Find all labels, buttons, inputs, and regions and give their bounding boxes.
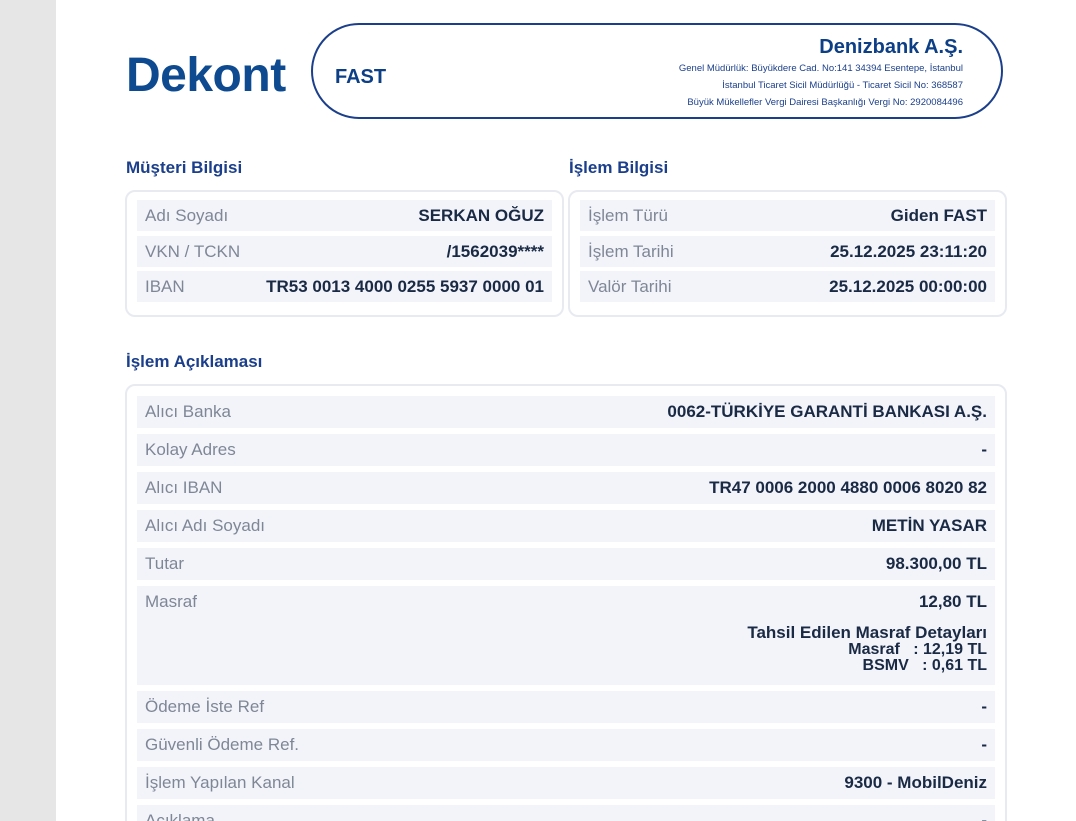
field-label: Kolay Adres bbox=[145, 440, 236, 459]
description-section-title: İşlem Açıklaması bbox=[126, 352, 263, 371]
field-label: Alıcı Banka bbox=[145, 402, 231, 421]
amount: 98.300,00 TL bbox=[885, 554, 987, 573]
field-label: VKN / TCKN bbox=[145, 242, 241, 261]
field-label: İşlem Tarihi bbox=[588, 242, 674, 261]
recipient-bank: 0062-TÜRKİYE GARANTİ BANKASI A.Ş. bbox=[667, 402, 987, 421]
customer-id: /1562039**** bbox=[446, 242, 544, 261]
description-card: Alıcı Banka 0062-TÜRKİYE GARANTİ BANKASI… bbox=[125, 384, 1007, 821]
field-label: İşlem Yapılan Kanal bbox=[145, 773, 295, 792]
description-row: Ödeme İste Ref - bbox=[137, 691, 995, 723]
channel: 9300 - MobilDeniz bbox=[844, 773, 987, 792]
transaction-date: 25.12.2025 23:11:20 bbox=[830, 242, 987, 261]
transaction-card: İşlem Türü Giden FAST İşlem Tarihi 25.12… bbox=[568, 190, 1007, 317]
transaction-type: Giden FAST bbox=[890, 206, 987, 225]
field-label: İşlem Türü bbox=[588, 206, 668, 225]
transaction-row: İşlem Tarihi 25.12.2025 23:11:20 bbox=[580, 236, 995, 267]
explanation: - bbox=[981, 811, 987, 821]
field-label: IBAN bbox=[145, 277, 185, 296]
recipient-name: METİN YASAR bbox=[871, 516, 987, 535]
bank-header-box: FAST Denizbank A.Ş. Genel Müdürlük: Büyü… bbox=[311, 23, 1003, 119]
transaction-row: Valör Tarihi 25.12.2025 00:00:00 bbox=[580, 271, 995, 302]
bank-info: Denizbank A.Ş. Genel Müdürlük: Büyükdere… bbox=[679, 34, 963, 111]
description-row: Alıcı IBAN TR47 0006 2000 4880 0006 8020… bbox=[137, 472, 995, 504]
page-title: Dekont bbox=[126, 49, 286, 102]
field-label: Tutar bbox=[145, 554, 185, 573]
description-row-fee: Masraf 12,80 TL Tahsil Edilen Masraf Det… bbox=[137, 586, 995, 685]
transaction-section-title: İşlem Bilgisi bbox=[569, 158, 669, 177]
customer-card: Adı Soyadı SERKAN OĞUZ VKN / TCKN /15620… bbox=[125, 190, 564, 317]
field-label: Güvenli Ödeme Ref. bbox=[145, 735, 300, 754]
customer-name: SERKAN OĞUZ bbox=[418, 206, 544, 225]
description-row: Alıcı Banka 0062-TÜRKİYE GARANTİ BANKASI… bbox=[137, 396, 995, 428]
transfer-type: FAST bbox=[335, 66, 387, 88]
customer-iban: TR53 0013 4000 0255 5937 0000 01 bbox=[266, 277, 544, 296]
bank-trade-registry: İstanbul Ticaret Sicil Müdürlüğü - Ticar… bbox=[722, 80, 963, 91]
fee-detail-line: BSMV : 0,61 TL bbox=[862, 657, 987, 674]
field-label: Açıklama bbox=[145, 811, 215, 821]
description-row: İşlem Yapılan Kanal 9300 - MobilDeniz bbox=[137, 767, 995, 799]
fee-details-heading: Tahsil Edilen Masraf Detayları bbox=[747, 623, 987, 642]
fee-detail-line: Masraf : 12,19 TL bbox=[848, 641, 987, 658]
transaction-row: İşlem Türü Giden FAST bbox=[580, 200, 995, 231]
recipient-iban: TR47 0006 2000 4880 0006 8020 82 bbox=[709, 478, 987, 497]
field-label: Alıcı Adı Soyadı bbox=[145, 516, 266, 535]
description-row: Tutar 98.300,00 TL bbox=[137, 548, 995, 580]
description-row: Güvenli Ödeme Ref. - bbox=[137, 729, 995, 761]
fee-details: Tahsil Edilen Masraf Detayları Masraf : … bbox=[747, 624, 987, 674]
customer-row: IBAN TR53 0013 4000 0255 5937 0000 01 bbox=[137, 271, 552, 302]
secure-payment-ref: - bbox=[981, 735, 987, 754]
field-label: Masraf bbox=[145, 592, 197, 611]
field-label: Alıcı IBAN bbox=[145, 478, 223, 497]
bank-tax-no: Büyük Mükellefler Vergi Dairesi Başkanlı… bbox=[687, 97, 963, 108]
field-label: Valör Tarihi bbox=[588, 277, 672, 296]
customer-row: Adı Soyadı SERKAN OĞUZ bbox=[137, 200, 552, 231]
easy-address: - bbox=[981, 440, 987, 459]
receipt-page: Dekont FAST Denizbank A.Ş. Genel Müdürlü… bbox=[56, 0, 1076, 821]
value-date: 25.12.2025 00:00:00 bbox=[829, 277, 987, 296]
customer-row: VKN / TCKN /1562039**** bbox=[137, 236, 552, 267]
field-label: Ödeme İste Ref bbox=[145, 697, 265, 716]
field-label: Adı Soyadı bbox=[145, 206, 229, 225]
payment-request-ref: - bbox=[981, 697, 987, 716]
description-row: Kolay Adres - bbox=[137, 434, 995, 466]
description-row: Açıklama - bbox=[137, 805, 995, 821]
bank-name: Denizbank A.Ş. bbox=[819, 36, 963, 58]
bank-address: Genel Müdürlük: Büyükdere Cad. No:141 34… bbox=[678, 63, 963, 74]
description-row: Alıcı Adı Soyadı METİN YASAR bbox=[137, 510, 995, 542]
customer-section-title: Müşteri Bilgisi bbox=[126, 158, 243, 177]
